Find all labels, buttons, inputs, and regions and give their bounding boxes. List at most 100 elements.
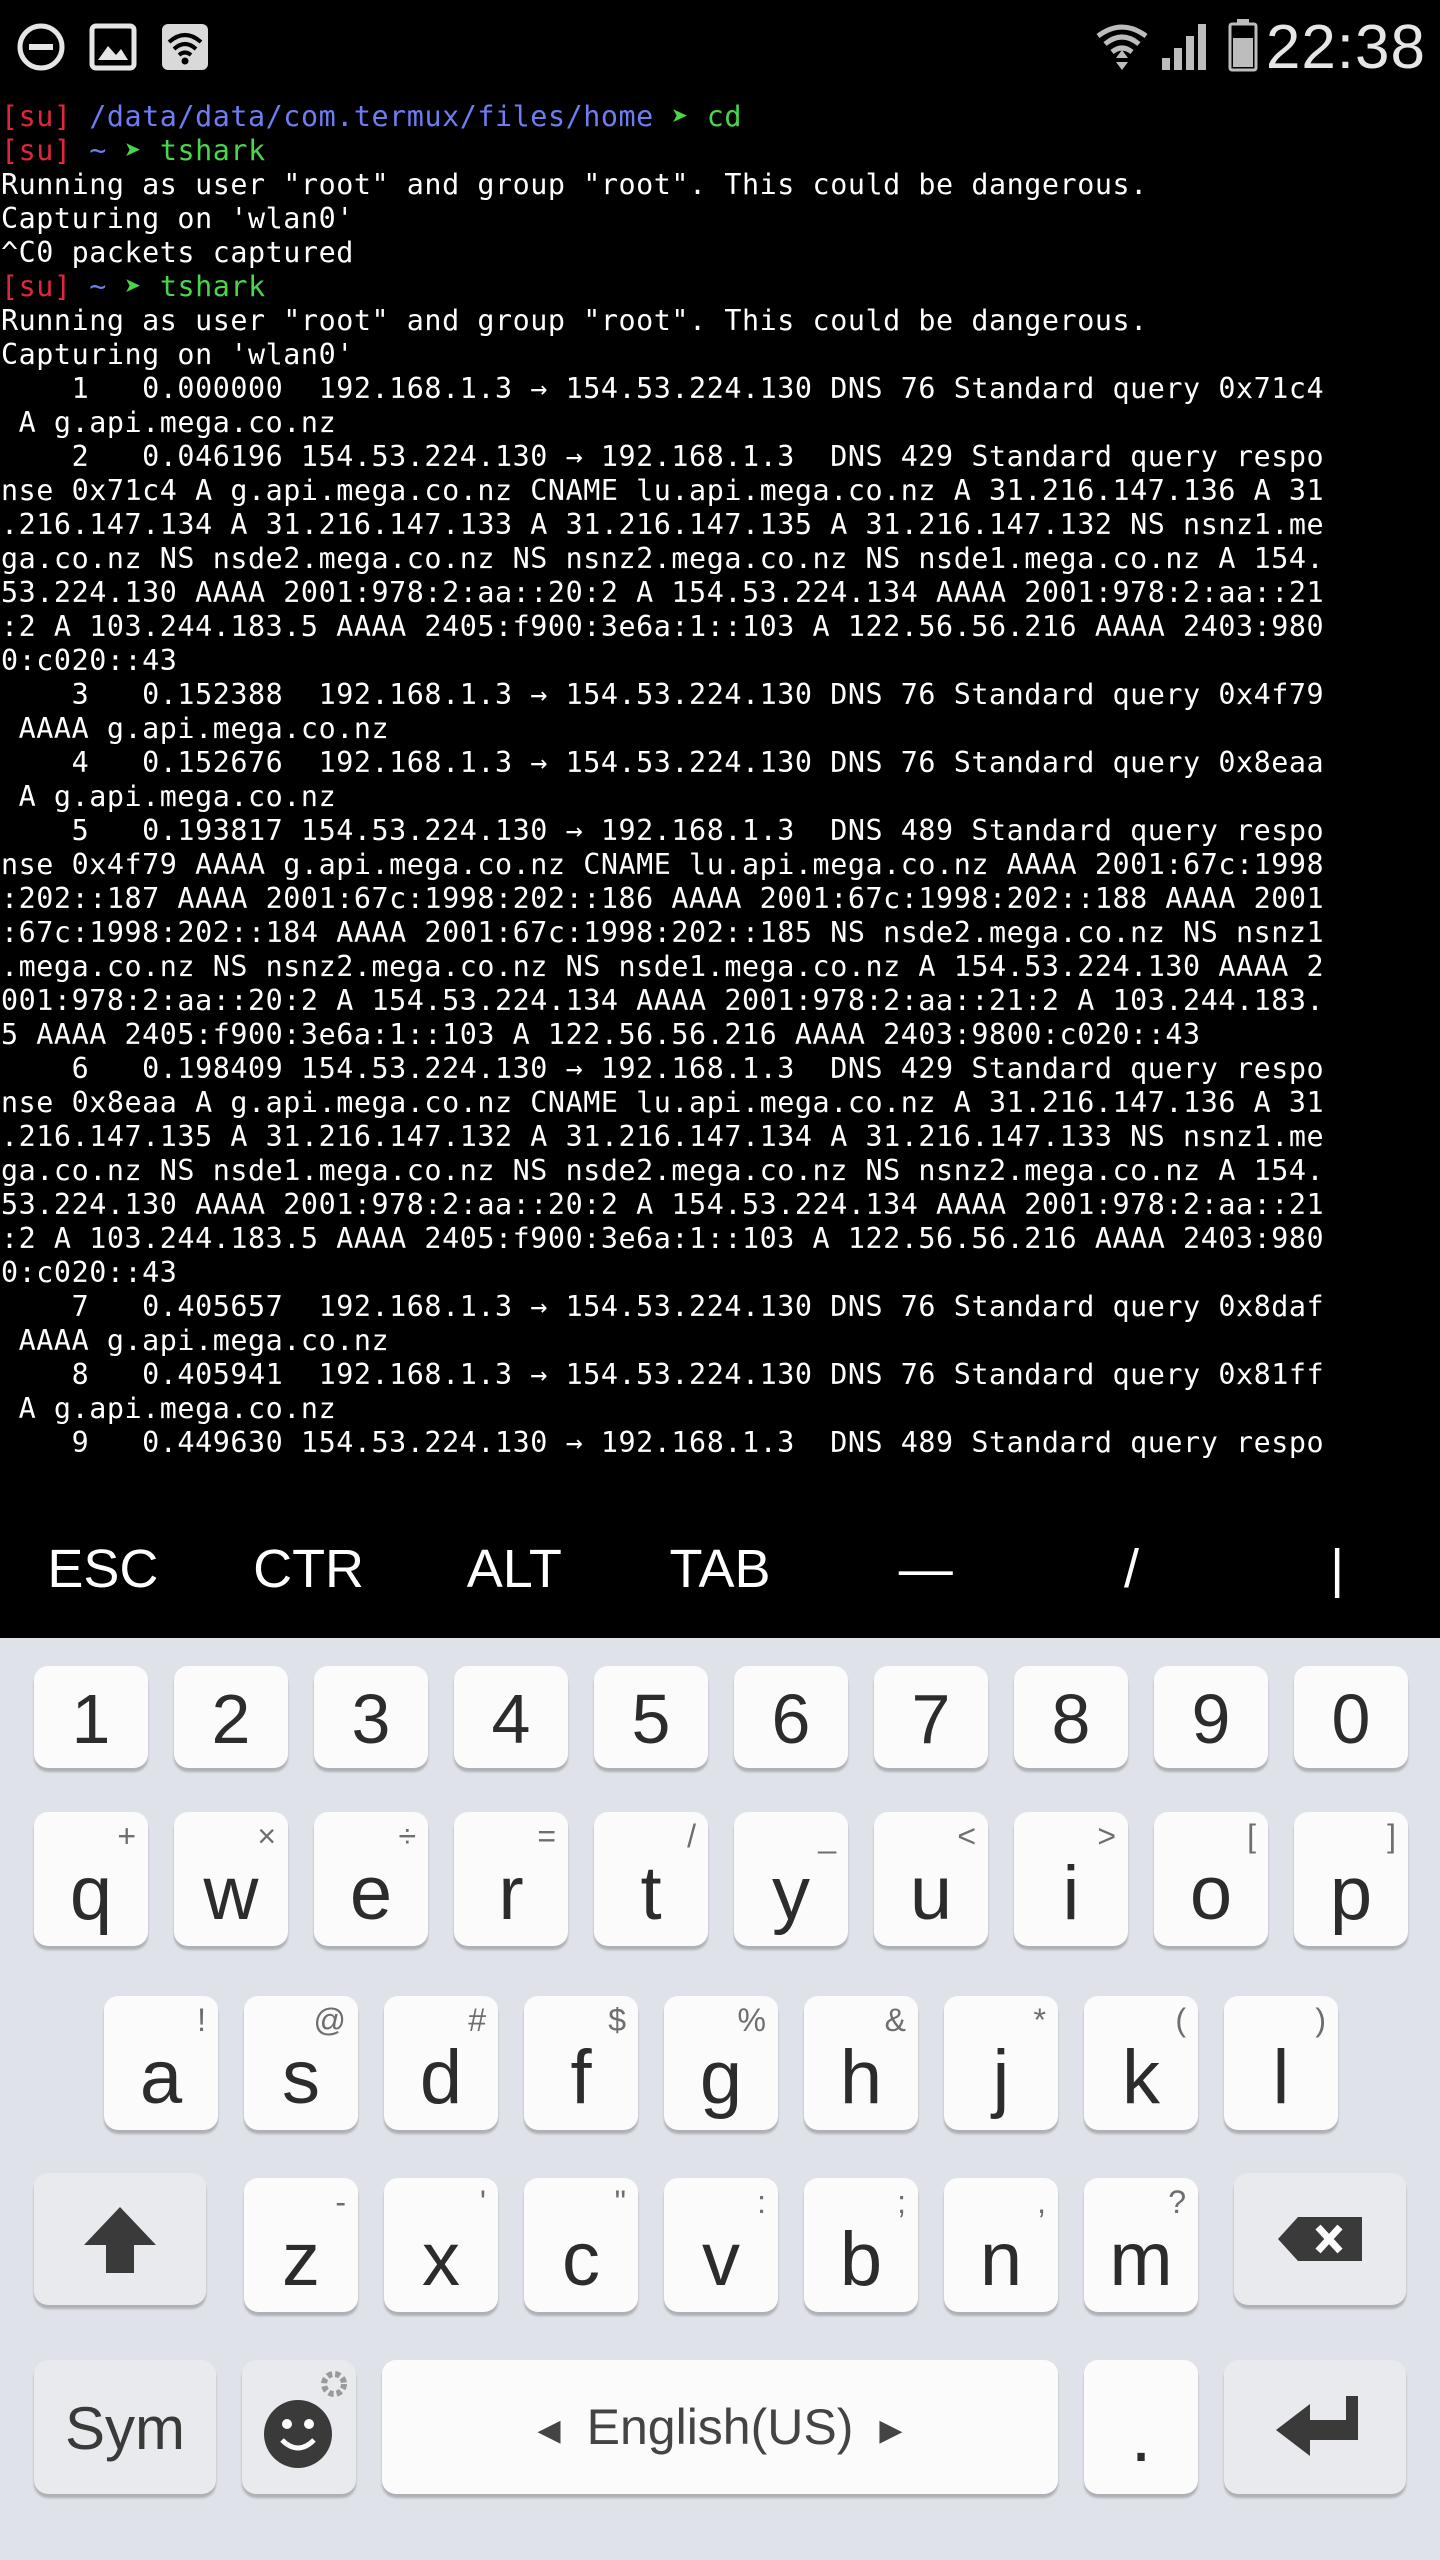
key-label: g [699,2035,743,2120]
letter-key-n[interactable]: n, [944,2178,1058,2312]
output-line: 6 0.198409 154.53.224.130 → 192.168.1.3 … [1,1052,1325,1085]
letter-key-f[interactable]: f $ [524,1996,638,2130]
output-line: 2 0.046196 154.53.224.130 → 192.168.1.3 … [1,440,1325,473]
letter-key-h[interactable]: h & [804,1996,918,2130]
number-key-4[interactable]: 4 [454,1666,568,1768]
letter-key-j[interactable]: j * [944,1996,1058,2130]
esc-key[interactable]: ESC [0,1500,206,1638]
key-label: 3 [351,1680,391,1758]
letter-key-z[interactable]: z- [244,2178,358,2312]
ctrl-key[interactable]: CTR [206,1500,412,1638]
key-label: o [1189,1851,1233,1936]
key-label: a [139,2035,183,2120]
key-label: d [419,2035,463,2120]
output-line: Running as user "root" and group "root".… [1,304,1148,337]
shift-arrow-icon [84,2207,156,2273]
image-icon [89,23,137,71]
extra-keys-row: ESC CTR ALT TAB — / | [0,1500,1440,1638]
space-key[interactable]: ◀ English(US) ▶ [382,2360,1058,2494]
number-key-9[interactable]: 9 [1154,1666,1268,1768]
number-key-0[interactable]: 0 [1294,1666,1408,1768]
letter-key-p[interactable]: p] [1294,1812,1408,1946]
output-line: 0:c020::43 [1,644,178,677]
letter-key-r[interactable]: r = [454,1812,568,1946]
key-label: c [562,2217,600,2302]
key-label: w [203,1851,259,1936]
number-key-5[interactable]: 5 [594,1666,708,1768]
key-sub-label: $ [608,2002,626,2038]
number-key-3[interactable]: 3 [314,1666,428,1768]
key-sub-label: < [957,1818,976,1854]
output-line: Running as user "root" and group "root".… [1,168,1148,201]
tab-key[interactable]: TAB [617,1500,823,1638]
key-sub-label: @ [313,2002,346,2038]
letter-key-w[interactable]: w × [174,1812,288,1946]
letter-key-g[interactable]: g% [664,1996,778,2130]
letter-key-i[interactable]: i > [1014,1812,1128,1946]
output-line: ^C0 packets captured [1,236,354,269]
letter-key-b[interactable]: b; [804,2178,918,2312]
output-line: 8 0.405941 192.168.1.3 → 154.53.224.130 … [1,1358,1325,1391]
output-line: .mega.co.nz NS nsnz2.mega.co.nz NS nsde1… [1,950,1325,983]
output-line: 4 0.152676 192.168.1.3 → 154.53.224.130 … [1,746,1325,779]
output-line: AAAA g.api.mega.co.nz [1,712,390,745]
enter-key[interactable] [1224,2360,1406,2494]
period-key[interactable]: . [1084,2360,1198,2494]
key-sub-label: > [1097,1818,1116,1854]
letter-key-t[interactable]: t / [594,1812,708,1946]
key-label: 8 [1051,1680,1091,1758]
output-line: nse 0x71c4 A g.api.mega.co.nz CNAME lu.a… [1,474,1325,507]
key-label: 5 [631,1680,671,1758]
letter-key-k[interactable]: k( [1084,1996,1198,2130]
number-key-8[interactable]: 8 [1014,1666,1128,1768]
letter-key-x[interactable]: x ' [384,2178,498,2312]
sym-key[interactable]: Sym [34,2360,216,2494]
letter-key-u[interactable]: u < [874,1812,988,1946]
key-sub-label: ( [1175,2002,1186,2038]
letter-key-o[interactable]: o[ [1154,1812,1268,1946]
letter-key-e[interactable]: e ÷ [314,1812,428,1946]
slash-key[interactable]: / [1029,1500,1235,1638]
emoji-icon [264,2371,347,2468]
prompt-line: [su] ~ ➤ tshark [1,270,266,303]
output-line: 5 0.193817 154.53.224.130 → 192.168.1.3 … [1,814,1325,847]
output-line: .216.147.134 A 31.216.147.133 A 31.216.1… [1,508,1325,541]
key-label: m [1109,2217,1173,2302]
alt-key[interactable]: ALT [411,1500,617,1638]
emoji-key[interactable] [242,2360,356,2494]
number-key-6[interactable]: 6 [734,1666,848,1768]
key-label: b [839,2217,883,2302]
letter-key-v[interactable]: v: [664,2178,778,2312]
output-line: 53.224.130 AAAA 2001:978:2:aa::20:2 A 15… [1,1188,1325,1221]
number-key-2[interactable]: 2 [174,1666,288,1768]
output-line: 001:978:2:aa::20:2 A 154.53.224.134 AAAA… [1,984,1325,1017]
letter-key-q[interactable]: q + [34,1812,148,1946]
letter-key-s[interactable]: s @ [244,1996,358,2130]
letter-key-m[interactable]: m? [1084,2178,1198,2312]
enter-icon [1276,2396,1358,2456]
letter-key-d[interactable]: d # [384,1996,498,2130]
dash-key[interactable]: — [823,1500,1029,1638]
output-line: A g.api.mega.co.nz [1,406,337,439]
key-label: 2 [211,1680,251,1758]
letter-key-c[interactable]: c " [524,2178,638,2312]
letter-key-l[interactable]: l) [1224,1996,1338,2130]
output-line: nse 0x4f79 AAAA g.api.mega.co.nz CNAME l… [1,848,1325,881]
number-key-1[interactable]: 1 [34,1666,148,1768]
key-label: 1 [71,1680,111,1758]
terminal-output[interactable]: [su] /data/data/com.termux/files/home ➤ … [0,100,1440,1490]
number-key-7[interactable]: 7 [874,1666,988,1768]
shift-key[interactable] [34,2173,206,2305]
key-label: 7 [911,1680,951,1758]
letter-key-y[interactable]: y _ [734,1812,848,1946]
output-line: 0:c020::43 [1,1256,178,1289]
key-label: r [498,1851,524,1936]
backspace-key[interactable] [1234,2173,1406,2305]
output-line: 3 0.152388 192.168.1.3 → 154.53.224.130 … [1,678,1325,711]
key-label: k [1122,2035,1160,2120]
wifi-signal-icon [1096,24,1148,70]
key-label: p [1329,1851,1373,1936]
pipe-key[interactable]: | [1234,1500,1440,1638]
key-label: f [570,2035,592,2120]
letter-key-a[interactable]: a! [104,1996,218,2130]
